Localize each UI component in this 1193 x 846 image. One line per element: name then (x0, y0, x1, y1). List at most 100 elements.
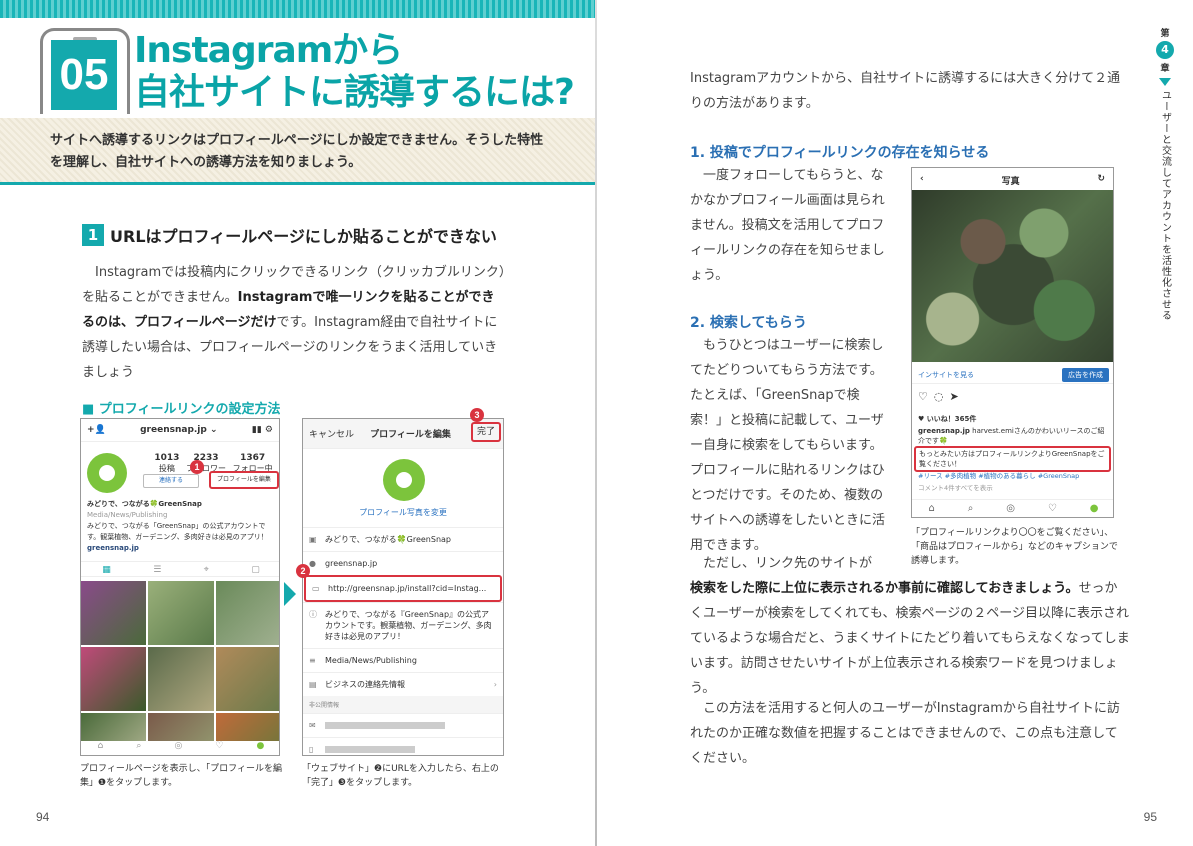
triangle-down-icon (1159, 78, 1171, 86)
hashtags[interactable]: #リース #多肉植物 #植物のある暮らし #GreenSnap (918, 470, 1113, 480)
view-comments-link[interactable]: コメント4件すべてを表示 (918, 482, 993, 492)
edit-profile-fields: ▣ みどりで、つながる🍀GreenSnap ● greensnap.jp ▭ http… (303, 527, 503, 755)
view-insights-link[interactable]: インサイトを見る (918, 370, 974, 380)
toolbar-icons: ▮▮ ⚙ (252, 425, 273, 435)
home-icon[interactable]: ⌂ (98, 741, 104, 755)
profile-screenshot: +👤 greensnap.jp ⌄ ▮▮ ⚙ 1013 投稿 2233 フォロワー … (80, 418, 280, 756)
contact-button[interactable]: 連絡する (143, 474, 199, 488)
share-icon[interactable]: ➤ (949, 390, 964, 403)
method-1-heading: 1. 投稿でプロフィールリンクの存在を知らせる (690, 145, 990, 161)
marker-2: 2 (296, 564, 310, 578)
info-icon: ⓘ (309, 610, 317, 619)
caption-user[interactable]: greensnap.jp (918, 427, 970, 435)
profile-topbar: +👤 greensnap.jp ⌄ ▮▮ ⚙ (81, 419, 279, 442)
promote-button[interactable]: 広告を作成 (1062, 367, 1109, 382)
post-header: 写真 (1001, 177, 1020, 187)
highlighted-caption: もっとみたい方はプロフィールリンクよりGreenSnapをご覧ください！ (914, 446, 1111, 472)
name-icon: ▣ (309, 535, 317, 544)
post-caption: greensnap.jp harvest.emiさんのかわいいリースのご紹介です… (918, 426, 1109, 446)
location-icon[interactable]: ⌖ (204, 562, 209, 576)
photo-thumbnail[interactable] (215, 581, 279, 645)
method-1-paragraph: 一度フォローしてもらうと、なかなかプロフィール画面は見られません。投稿文を活用し… (690, 168, 885, 283)
website-icon: ▭ (312, 584, 320, 593)
bio-field[interactable]: ⓘ みどりで、つながる『GreenSnap』の公式アカウントです。観葉植物、ガーデ… (303, 602, 503, 648)
list-icon[interactable]: ☰ (153, 562, 161, 576)
photo-thumbnail[interactable] (81, 647, 147, 711)
heart-icon[interactable]: ♡ (215, 741, 223, 755)
caution-text-a: ただし、リンク先のサイトが (703, 556, 873, 571)
title-line-1: Instagramから (134, 30, 403, 71)
chapter-number: 05 (51, 40, 117, 110)
bottom-nav: ⌂ ⌕ ◎ ♡ ● (81, 741, 279, 755)
business-contact-row[interactable]: ▤ ビジネスの連絡先情報 › (303, 672, 503, 696)
bio-link[interactable]: greensnap.jp (87, 543, 275, 554)
refresh-icon[interactable]: ↻ (1097, 174, 1105, 187)
name-value: みどりで、つながる🍀GreenSnap (325, 535, 451, 544)
grid-icon[interactable]: ▦ (102, 562, 111, 576)
profile-tabbar: ▦ ☰ ⌖ ▢ (81, 561, 279, 577)
mail-icon: ✉ (309, 721, 316, 730)
back-icon[interactable]: ‹ (920, 174, 924, 187)
photo-thumbnail[interactable] (148, 581, 214, 645)
tagged-icon[interactable]: ▢ (251, 562, 260, 576)
redacted-email (325, 722, 445, 729)
search-icon[interactable]: ⌕ (136, 741, 141, 755)
username-value: greensnap.jp (325, 559, 378, 568)
profile-icon[interactable]: ● (1090, 503, 1099, 514)
heart-icon[interactable]: ♡ (918, 390, 934, 403)
post-photo[interactable] (912, 190, 1113, 362)
profile-bio: みどりで、つながる🍀GreenSnap Media/News/Publishin… (87, 499, 275, 554)
comment-icon[interactable]: ◌ (934, 390, 950, 403)
cancel-button[interactable]: キャンセル (309, 427, 354, 440)
post-actions: ♡◌➤ (918, 390, 965, 403)
section-paragraph: Instagramでは投稿内にクリックできるリンク（クリッカブルリンク）を貼るこ… (82, 260, 507, 385)
profile-icon[interactable]: ● (257, 741, 265, 755)
summary-box: サイトへ誘導するリンクはプロフィールページにしか設定できません。そうした特性を理… (0, 118, 597, 182)
figure-caption-2: 「ウェブサイト」❷にURLを入力したら、右上の「完了」❸をタップします。 (302, 764, 499, 788)
bio-category: Media/News/Publishing (87, 511, 168, 519)
insight-bar: インサイトを見る 広告を作成 (912, 366, 1113, 384)
post-screenshot: ‹ 写真 ↻ インサイトを見る 広告を作成 ♡◌➤ ♥ いいね！365件 gre… (911, 167, 1114, 518)
category-value: Media/News/Publishing (325, 656, 417, 665)
category-field[interactable]: ≡ Media/News/Publishing (303, 648, 503, 672)
camera-icon[interactable]: ◎ (174, 741, 182, 755)
username-field[interactable]: ● greensnap.jp (303, 551, 503, 575)
caution-bold: 検索をした際に上位に表示されるか事前に確認しておきましょう。 (690, 581, 1079, 596)
avatar[interactable] (87, 453, 127, 493)
name-field[interactable]: ▣ みどりで、つながる🍀GreenSnap (303, 527, 503, 551)
search-icon[interactable]: ⌕ (968, 503, 974, 514)
photo-thumbnail[interactable] (81, 581, 147, 645)
category-icon: ≡ (309, 656, 316, 665)
camera-icon[interactable]: ◎ (1006, 503, 1015, 514)
insights-icon[interactable]: ▮▮ (252, 425, 262, 435)
heart-icon[interactable]: ♡ (1048, 503, 1057, 514)
edit-profile-button[interactable]: プロフィールを編集 (209, 471, 279, 489)
section-title: URLはプロフィールページにしか貼ることができない (110, 227, 497, 246)
photo-grid (81, 581, 279, 755)
website-value: http://greensnap.jp/install?cid=Instag..… (328, 584, 487, 593)
page-number: 95 (1143, 810, 1157, 824)
avatar[interactable] (383, 459, 425, 501)
done-button[interactable]: 完了 (471, 422, 501, 442)
marker-1: 1 (190, 460, 204, 474)
change-photo-link[interactable]: プロフィール写真を変更 (303, 507, 503, 518)
home-icon[interactable]: ⌂ (928, 503, 934, 514)
right-page: 第 4 章 ユーザーと交流してアカウントを活性化させる Instagramアカウ… (597, 0, 1193, 846)
page-title: Instagramから 自社サイトに誘導するには? (134, 30, 575, 114)
phone-field[interactable]: ▯ (303, 737, 503, 755)
gear-icon[interactable]: ⚙ (265, 425, 273, 435)
email-field[interactable]: ✉ (303, 713, 503, 737)
figure-caption-1: プロフィールページを表示し、「プロフィールを編集」❶をタップします。 (80, 764, 282, 788)
stat-posts: 1013 投稿 (154, 453, 180, 473)
step-arrow (284, 582, 296, 606)
add-user-icon[interactable]: +👤 (87, 425, 106, 435)
website-field[interactable]: ▭ http://greensnap.jp/install?cid=Instag.… (304, 575, 502, 602)
title-line-2: 自社サイトに誘導するには? (134, 72, 575, 113)
private-info-label: 非公開情報 (303, 696, 503, 713)
edit-profile-screenshot: キャンセル プロフィールを編集 完了 プロフィール写真を変更 ▣ みどりで、つなが… (302, 418, 504, 756)
chapter-side-title: ユーザーと交流してアカウントを活性化させる (1159, 90, 1171, 321)
business-icon: ▤ (309, 680, 317, 689)
photo-thumbnail[interactable] (215, 647, 279, 711)
photo-thumbnail[interactable] (148, 647, 214, 711)
bio-value: みどりで、つながる『GreenSnap』の公式アカウントです。観葉植物、ガーデニ… (325, 610, 492, 641)
